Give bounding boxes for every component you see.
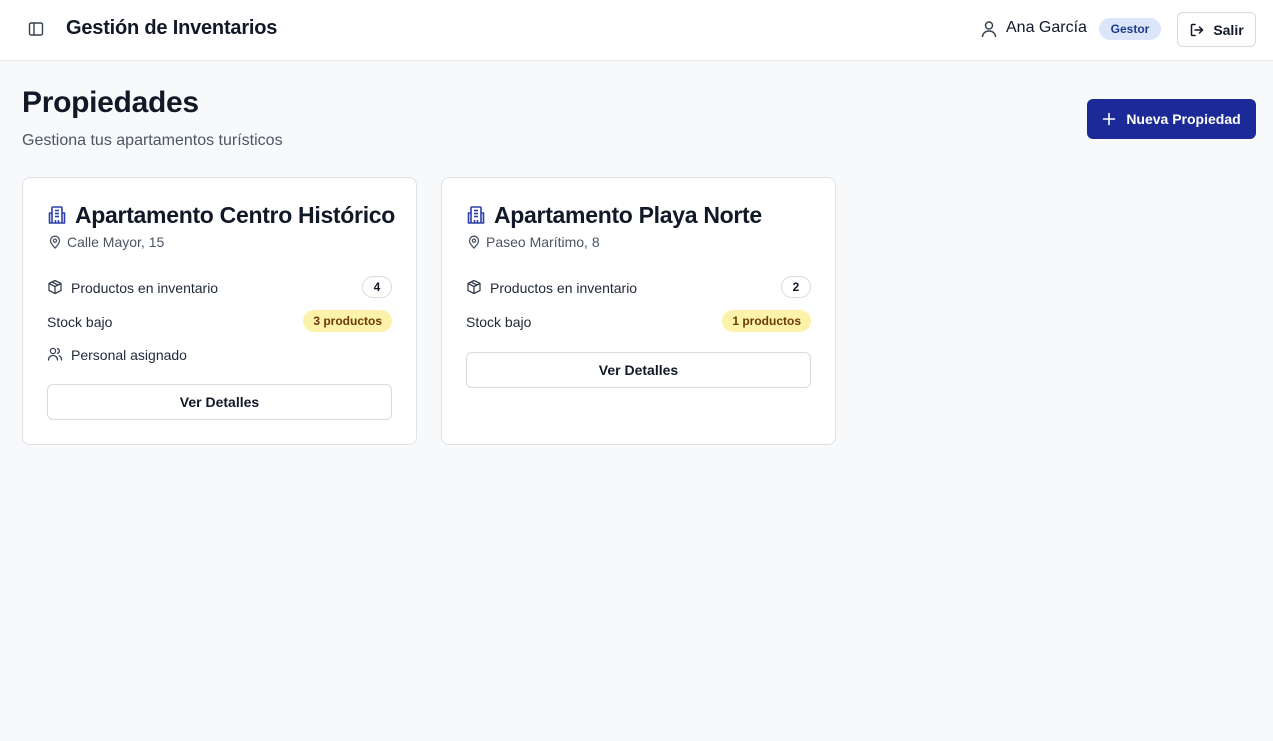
new-property-label: Nueva Propiedad [1126, 111, 1241, 127]
staff-label: Personal asignado [71, 347, 187, 363]
property-name: Apartamento Playa Norte [494, 202, 762, 228]
users-icon [47, 347, 63, 361]
property-address: Paseo Marítimo, 8 [486, 234, 600, 250]
products-label: Productos en inventario [71, 280, 219, 296]
logout-button[interactable]: Salir [1177, 12, 1256, 47]
plus-icon [1103, 112, 1116, 126]
app-title: Gestión de Inventarios [66, 17, 278, 39]
role-badge: Gestor [1099, 18, 1161, 40]
log-out-icon [1191, 23, 1204, 36]
low-stock-badge: 3 productos [303, 310, 392, 332]
logout-label: Salir [1213, 21, 1244, 38]
low-stock-label: Stock bajo [466, 314, 532, 330]
view-details-button[interactable]: Ver Detalles [47, 384, 392, 420]
building-icon [48, 206, 66, 224]
top-bar: Gestión de Inventarios Ana García Gestor… [0, 0, 1273, 61]
package-icon [48, 279, 62, 295]
building-icon [467, 206, 485, 224]
products-label: Productos en inventario [490, 280, 638, 296]
panel-left-icon [28, 22, 44, 36]
user-icon [981, 21, 997, 38]
page-title: Propiedades [22, 86, 199, 119]
property-name: Apartamento Centro Histórico [75, 202, 396, 228]
property-card: Apartamento Playa Norte Paseo Marítimo, … [441, 177, 836, 445]
low-stock-badge: 1 productos [722, 310, 811, 332]
map-pin-icon [49, 235, 61, 249]
sidebar-toggle-button[interactable] [24, 17, 48, 41]
view-details-label: Ver Detalles [598, 362, 679, 378]
property-card: Apartamento Centro Histórico Calle Mayor… [22, 177, 417, 445]
map-pin-icon [468, 235, 480, 249]
view-details-label: Ver Detalles [179, 394, 260, 410]
user-name: Ana García [1006, 19, 1087, 36]
package-icon [467, 279, 481, 295]
products-count-badge: 4 [362, 276, 392, 298]
view-details-button[interactable]: Ver Detalles [466, 352, 811, 388]
products-count-badge: 2 [781, 276, 811, 298]
property-address: Calle Mayor, 15 [67, 234, 165, 250]
page-subtitle: Gestiona tus apartamentos turísticos [22, 132, 283, 149]
new-property-button[interactable]: Nueva Propiedad [1087, 99, 1256, 139]
low-stock-label: Stock bajo [47, 314, 113, 330]
